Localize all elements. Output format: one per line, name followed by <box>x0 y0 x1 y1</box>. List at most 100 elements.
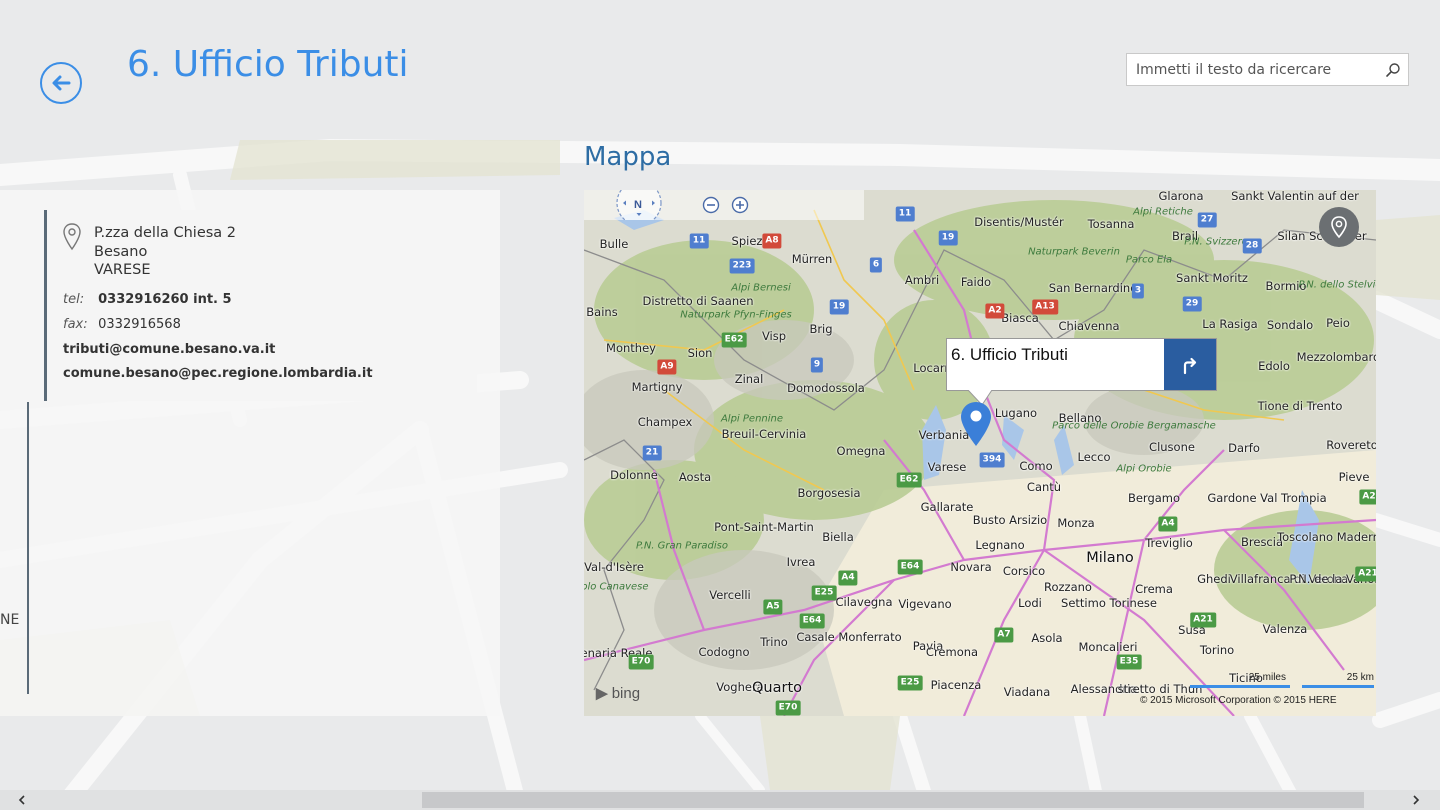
road-shield: 11 <box>689 233 709 249</box>
scroll-left-button[interactable] <box>14 792 30 808</box>
directions-button[interactable] <box>1164 339 1216 390</box>
zoom-out-icon <box>702 196 720 214</box>
locate-me-button[interactable] <box>1319 207 1359 247</box>
compass-label: N <box>634 199 642 211</box>
map-place-label: La Rasiga <box>1202 317 1258 331</box>
map-place-label: Codogno <box>698 645 750 659</box>
map-place-label: Zinal <box>734 372 764 386</box>
search-button[interactable] <box>1378 55 1408 85</box>
map-place-label: Champex <box>637 415 693 429</box>
map-place-label: Glarona <box>1158 190 1204 203</box>
map-place-label: Cantù <box>1026 480 1062 494</box>
road-shield: 223 <box>729 258 755 274</box>
map-place-label: Treviglio <box>1145 536 1193 550</box>
road-shield: E64 <box>897 559 923 575</box>
horizontal-scrollbar[interactable] <box>0 790 1440 810</box>
map-place-label: Quarto <box>751 680 803 696</box>
map-place-label: Varese <box>927 460 967 474</box>
phone-row: tel: 0332916260 int. 5 <box>63 292 232 307</box>
chevron-right-icon <box>1413 795 1420 805</box>
map-heading: Mappa <box>584 142 672 172</box>
map-place-label: Dolonne <box>610 468 658 482</box>
address-province: VARESE <box>94 262 151 278</box>
map-callout: 6. Ufficio Tributi <box>946 338 1217 391</box>
bing-label: bing <box>611 685 641 702</box>
zoom-in-button[interactable] <box>730 195 750 215</box>
map-place-label: Sankt Moritz <box>1176 271 1248 285</box>
arrow-left-icon <box>52 75 71 91</box>
road-shield: A5 <box>763 599 783 615</box>
map-place-label: Bains <box>586 305 618 319</box>
road-shield: E62 <box>896 472 922 488</box>
map-place-label: Distretto di Saanen <box>642 294 754 308</box>
map-place-label: Corsico <box>1002 564 1046 578</box>
map-place-label: P.N. dello Stelvio <box>1298 279 1376 291</box>
map-place-label: Pieve <box>1338 470 1370 484</box>
scroll-right-button[interactable] <box>1408 792 1424 808</box>
zoom-in-icon <box>731 196 749 214</box>
map-place-label: Breuil-Cervinia <box>721 427 807 441</box>
map-place-label: Alpi Bernesi <box>731 282 791 294</box>
map-place-label: Faido <box>960 275 992 289</box>
map-place-label: Torino <box>1199 643 1235 657</box>
search-input[interactable] <box>1127 55 1379 84</box>
scrollbar-thumb[interactable] <box>422 792 1364 808</box>
map-place-label: Martigny <box>631 380 683 394</box>
location-pin-icon <box>1331 216 1347 239</box>
map-place-label: Pont-Saint-Martin <box>714 520 814 534</box>
fax-label: fax: <box>63 317 88 332</box>
road-shield: A2 <box>1359 489 1376 505</box>
back-button[interactable] <box>40 62 82 104</box>
road-shield: 19 <box>829 299 849 315</box>
road-shield: A4 <box>1158 516 1178 532</box>
road-shield: E25 <box>897 675 923 691</box>
zoom-out-button[interactable] <box>701 195 721 215</box>
page-title: 6. Ufficio Tributi <box>127 44 409 85</box>
map-place-label: Valenza <box>1262 622 1308 636</box>
chevron-left-icon <box>18 795 25 805</box>
road-shield: E70 <box>775 700 801 716</box>
map-place-label: Monza <box>1057 516 1095 530</box>
map-place-label: Rovereto <box>1326 438 1376 452</box>
map-place-label: Biella <box>822 530 854 544</box>
map-place-label: Cremona <box>925 645 979 659</box>
map-place-label: Domodossola <box>787 381 865 395</box>
divider-line <box>27 402 29 694</box>
phone-number[interactable]: 0332916260 int. 5 <box>98 292 231 307</box>
address-town: Besano <box>94 243 148 260</box>
callout-title: 6. Ufficio Tributi <box>951 345 1068 364</box>
road-shield: E25 <box>811 585 837 601</box>
map-place-label: Darfo <box>1228 441 1260 455</box>
road-shield: 6 <box>869 257 883 273</box>
map-scale: 25 miles 25 km <box>1190 672 1374 689</box>
road-shield: E70 <box>628 654 654 670</box>
map-place-label: Vercelli <box>709 588 751 602</box>
map-place-label: Rivarolo Canavese <box>584 581 649 593</box>
map-place-label: Lecco <box>1077 450 1111 464</box>
email-link[interactable]: tributi@comune.besano.va.it <box>63 342 275 357</box>
map-place-label: Lugano <box>994 406 1038 420</box>
road-shield: A4 <box>838 570 858 586</box>
map-place-label: Ambri <box>904 273 940 287</box>
map-place-label: Peio <box>1326 316 1350 330</box>
map-view[interactable]: N Glarona Sankt Valentin auf der Disentis/… <box>584 190 1376 716</box>
map-place-label: Parco Ela <box>1125 254 1173 266</box>
address-street: P.zza della Chiesa 2 <box>94 225 237 241</box>
map-place-label: Visp <box>761 329 787 343</box>
map-place-label: Toscolano Maderno <box>1277 530 1376 544</box>
pec-email-link[interactable]: comune.besano@pec.regione.lombardia.it <box>63 366 373 381</box>
road-shield: 3 <box>1131 283 1145 299</box>
map-place-label: Alpi Pennine <box>720 413 784 425</box>
map-place-label: Borgosesia <box>797 486 861 500</box>
scale-bar-miles <box>1190 685 1290 688</box>
road-shield: 28 <box>1242 238 1262 254</box>
map-place-label: Chiavenna <box>1058 319 1120 333</box>
map-place-label: Como <box>1019 459 1053 473</box>
map-marker-icon <box>961 402 991 446</box>
compass-button[interactable]: N <box>616 190 662 220</box>
map-place-label: Legnano <box>975 538 1025 552</box>
map-place-label: Casale Monferrato <box>796 630 902 644</box>
scale-miles: 25 miles <box>1248 672 1286 683</box>
map-place-label: Sankt Valentin auf der <box>1231 190 1359 203</box>
search-box <box>1126 53 1409 86</box>
